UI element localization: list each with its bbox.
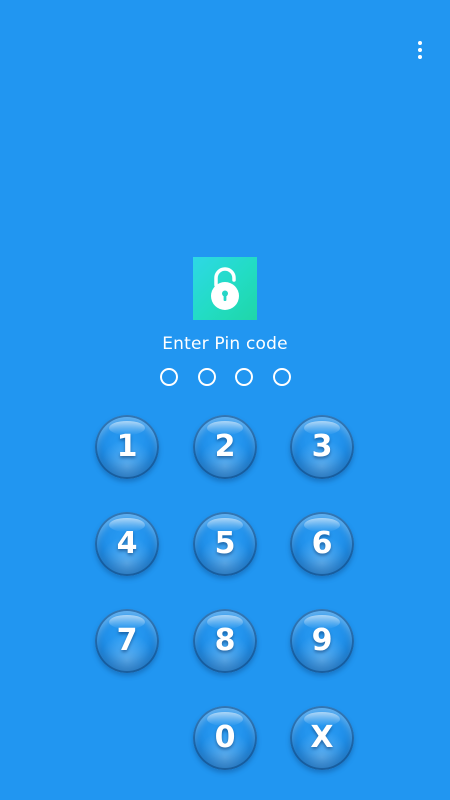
delete-key[interactable]: X [290, 706, 354, 770]
pin-dot-1 [160, 368, 178, 386]
key-6[interactable]: 6 [290, 512, 354, 576]
menu-dot [418, 55, 422, 59]
key-label: 0 [214, 720, 236, 755]
key-3[interactable]: 3 [290, 415, 354, 479]
key-label: 9 [311, 623, 333, 658]
pin-prompt-label: Enter Pin code [162, 334, 288, 354]
key-9[interactable]: 9 [290, 609, 354, 673]
app-lock-logo [193, 257, 257, 320]
pin-dot-4 [273, 368, 291, 386]
key-label: 2 [214, 429, 236, 464]
delete-icon: X [310, 720, 334, 755]
menu-dot [418, 41, 422, 45]
pin-lock-screen: Enter Pin code 1 2 3 4 5 6 7 8 9 0 X [0, 0, 450, 800]
key-5[interactable]: 5 [193, 512, 257, 576]
key-label: 3 [311, 429, 333, 464]
padlock-icon [211, 266, 239, 310]
key-7[interactable]: 7 [95, 609, 159, 673]
pin-dot-2 [198, 368, 216, 386]
key-label: 8 [214, 623, 236, 658]
key-label: 6 [311, 526, 333, 561]
key-label: 7 [116, 623, 138, 658]
key-label: 5 [214, 526, 236, 561]
key-4[interactable]: 4 [95, 512, 159, 576]
menu-dot [418, 48, 422, 52]
pin-dot-3 [235, 368, 253, 386]
key-label: 4 [116, 526, 138, 561]
key-1[interactable]: 1 [95, 415, 159, 479]
key-2[interactable]: 2 [193, 415, 257, 479]
key-0[interactable]: 0 [193, 706, 257, 770]
key-label: 1 [116, 429, 138, 464]
more-vertical-icon[interactable] [408, 36, 432, 64]
key-8[interactable]: 8 [193, 609, 257, 673]
pin-indicator [160, 368, 291, 386]
